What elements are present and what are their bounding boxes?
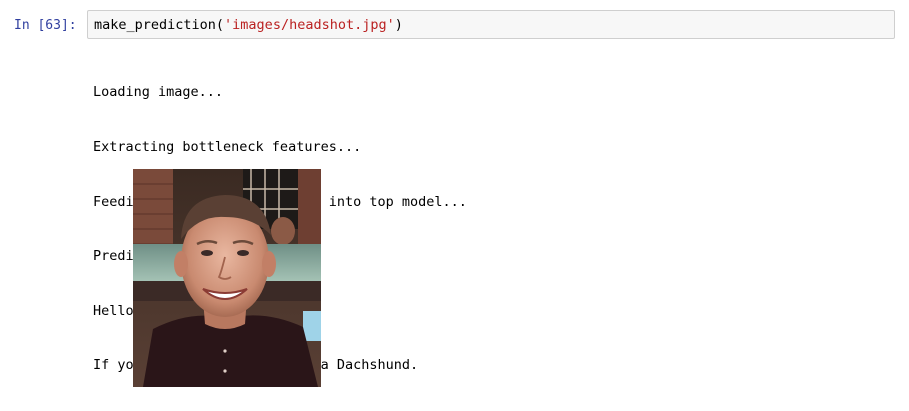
code-function: make_prediction(: [94, 17, 225, 33]
cell-prompt: In [63]:: [14, 18, 77, 33]
code-string-argument: 'images/headshot.jpg': [224, 17, 395, 33]
output-line: Extracting bottleneck features...: [93, 139, 362, 155]
code-close-paren: ): [394, 17, 403, 33]
output-line: Loading image...: [93, 84, 224, 101]
code-input[interactable]: make_prediction('images/headshot.jpg'): [87, 10, 895, 39]
headshot-image: [133, 169, 321, 387]
